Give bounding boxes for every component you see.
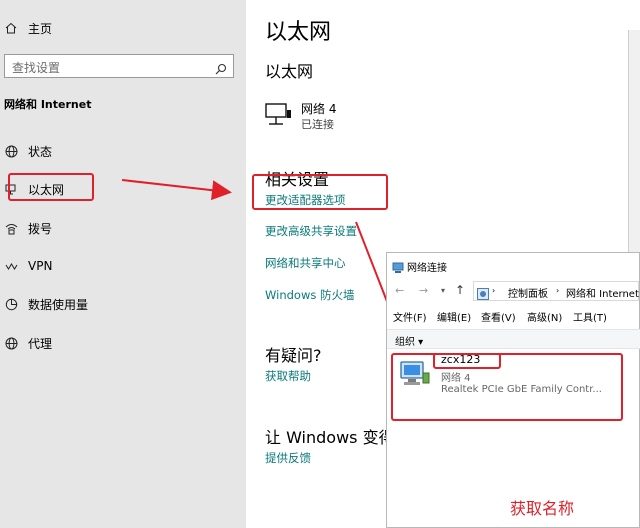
up-button[interactable]: ↑ xyxy=(455,283,465,297)
menu-edit[interactable]: 编辑(E) xyxy=(437,309,471,324)
history-dropdown-icon[interactable]: ▾ xyxy=(441,286,445,295)
address-bar[interactable]: › 控制面板 › 网络和 Internet xyxy=(473,281,639,301)
menu-advanced[interactable]: 高级(N) xyxy=(527,309,562,324)
command-bar: 组织 ▾ xyxy=(387,329,640,349)
menu-file[interactable]: 文件(F) xyxy=(393,309,427,324)
menu-view[interactable]: 查看(V) xyxy=(481,309,516,324)
highlight-box-adapter xyxy=(391,353,623,421)
menu-tools[interactable]: 工具(T) xyxy=(573,309,607,324)
breadcrumb-network-internet[interactable]: 网络和 Internet xyxy=(566,285,639,300)
annotation-note: 获取名称 xyxy=(510,499,575,518)
breadcrumb-separator-icon: › xyxy=(492,286,496,295)
control-panel-icon xyxy=(477,285,489,304)
arrow-to-adapter-link xyxy=(121,179,232,201)
forward-button[interactable]: → xyxy=(419,284,428,297)
breadcrumb-control-panel[interactable]: 控制面板 xyxy=(508,285,548,300)
organize-button[interactable]: 组织 ▾ xyxy=(395,333,423,348)
network-connections-window: 网络连接 ← → ▾ ↑ › 控制面板 › 网络和 Internet 文件(F)… xyxy=(386,252,640,528)
window-title: 网络连接 xyxy=(407,263,447,274)
breadcrumb-separator-icon: › xyxy=(556,286,560,295)
highlight-box-adapter-name xyxy=(433,353,501,369)
back-button[interactable]: ← xyxy=(395,284,404,297)
menu-bar: 文件(F) 编辑(E) 查看(V) 高级(N) 工具(T) xyxy=(387,307,640,325)
network-folder-icon xyxy=(392,259,404,278)
